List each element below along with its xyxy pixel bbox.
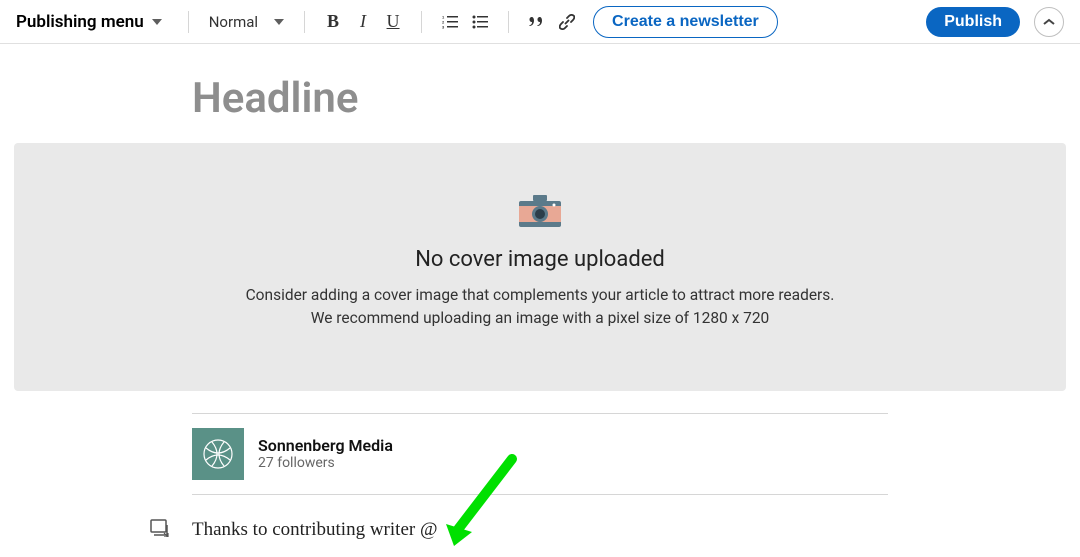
chevron-down-icon [274,19,284,25]
link-button[interactable] [553,8,581,36]
create-newsletter-button[interactable]: Create a newsletter [593,6,778,38]
divider [508,11,509,33]
embed-widget-button[interactable] [150,519,170,541]
text-style-dropdown[interactable]: Normal [203,13,290,31]
format-group: B I U [319,8,407,36]
headline-input[interactable]: Headline [192,74,1080,123]
unordered-list-icon [472,15,488,29]
quote-icon [529,15,545,29]
author-followers: 27 followers [258,455,393,471]
article-content: Sonnenberg Media 27 followers Thanks to … [192,413,888,541]
unordered-list-button[interactable] [466,8,494,36]
editor-toolbar: Publishing menu Normal B I U 123 Create … [0,0,1080,44]
svg-text:3: 3 [442,24,445,29]
ordered-list-icon: 123 [442,15,458,29]
chevron-up-icon [1042,18,1056,26]
author-avatar [192,428,244,480]
list-group: 123 [436,8,494,36]
author-card[interactable]: Sonnenberg Media 27 followers [192,413,888,495]
cover-image-upload[interactable]: No cover image uploaded Consider adding … [14,143,1066,391]
publish-button[interactable]: Publish [926,7,1020,37]
cover-upload-title: No cover image uploaded [34,247,1046,272]
divider [421,11,422,33]
chevron-down-icon [152,19,162,25]
ordered-list-button[interactable]: 123 [436,8,464,36]
publishing-menu-dropdown[interactable]: Publishing menu [16,12,174,32]
cover-upload-subtitle-2: We recommend uploading an image with a p… [34,307,1046,330]
divider [188,11,189,33]
link-icon [559,14,575,30]
camera-icon [517,193,563,233]
blockquote-button[interactable] [523,8,551,36]
author-info: Sonnenberg Media 27 followers [258,436,393,471]
cover-upload-subtitle-1: Consider adding a cover image that compl… [34,284,1046,307]
text-style-label: Normal [209,13,258,31]
underline-button[interactable]: U [379,8,407,36]
article-body[interactable]: Thanks to contributing writer @ [192,519,888,541]
embed-icon [150,519,170,537]
collapse-toolbar-button[interactable] [1034,7,1064,37]
bold-button[interactable]: B [319,8,347,36]
author-name: Sonnenberg Media [258,436,393,455]
publishing-menu-label: Publishing menu [16,12,144,32]
insert-group [523,8,581,36]
divider [304,11,305,33]
article-body-text: Thanks to contributing writer @ [192,519,437,541]
italic-button[interactable]: I [349,8,377,36]
